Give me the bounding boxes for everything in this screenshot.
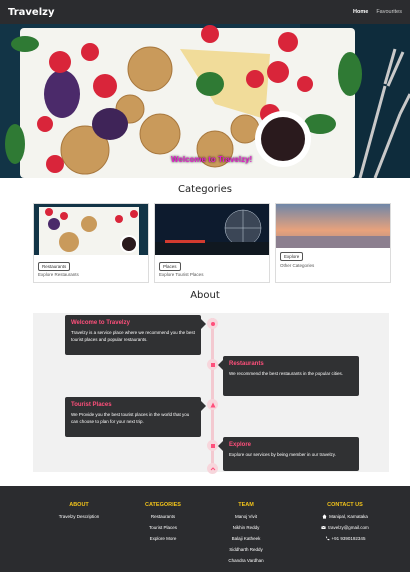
timeline-dot-restaurants	[207, 359, 218, 370]
nav-links: Home Favourites	[353, 9, 402, 15]
timeline-card-title: Tourist Places	[71, 402, 112, 408]
home-icon	[322, 514, 327, 519]
phone-icon	[325, 536, 329, 541]
timeline-card-title: Explore	[229, 442, 252, 448]
nav-favourites-link[interactable]: Favourites	[376, 9, 402, 15]
places-thumbnail	[155, 204, 269, 255]
team-member: Balaji Katheek	[231, 536, 261, 541]
footer-contact-heading: CONTACT US	[327, 502, 363, 508]
footer-link[interactable]: Restaurants	[118, 514, 208, 519]
team-member: Chandra Vardhan	[228, 558, 264, 563]
restaurants-desc: Explore Restaurants	[38, 272, 79, 277]
category-card-restaurants[interactable]: Restaurants Explore Restaurants	[33, 203, 149, 283]
nav-home-link[interactable]: Home	[353, 9, 368, 15]
team-member: Nikhin Reddy	[232, 525, 260, 530]
timeline-card-body: We Provide you the best tourist places i…	[71, 412, 190, 424]
footer-contact: CONTACT US Manipal, Karnataka travelzy@g…	[300, 502, 390, 547]
explore-thumbnail	[276, 204, 390, 255]
category-card-explore[interactable]: Explore Other Categories	[275, 203, 391, 283]
timeline-card-welcome: Welcome to Travelzy Travelzy is a servic…	[65, 315, 201, 355]
brand-logo[interactable]: Travelzy	[8, 7, 54, 18]
team-member: Manoj Vivit	[235, 514, 257, 519]
footer-team-heading: TEAM	[238, 502, 254, 508]
places-button[interactable]: Places	[159, 262, 181, 271]
timeline-card-title: Restaurants	[229, 361, 264, 367]
navbar: Travelzy Home Favourites	[0, 0, 410, 24]
contact-phone[interactable]: +91 9390192345	[300, 536, 390, 541]
envelope-icon	[321, 525, 326, 529]
contact-address: Manipal, Karnataka	[300, 514, 390, 519]
footer-categories-heading: CATEGORIES	[145, 502, 181, 508]
places-desc: Explore Tourist Places	[159, 272, 204, 277]
timeline-card-title: Welcome to Travelzy	[71, 320, 130, 326]
footer: ABOUT Travelzy Description CATEGORIES Re…	[0, 486, 410, 572]
star-icon	[210, 321, 215, 326]
footer-categories: CATEGORIES Restaurants Tourist Places Ex…	[118, 502, 208, 547]
category-card-places[interactable]: Places Explore Tourist Places	[154, 203, 270, 283]
place-icon	[210, 402, 215, 407]
about-title: About	[190, 290, 220, 301]
timeline-dot-end	[207, 463, 218, 474]
timeline-arrow	[201, 401, 206, 411]
timeline-card-restaurants: Restaurants We recommend the best restau…	[223, 356, 359, 396]
explore-icon	[210, 443, 215, 448]
chevron-up-icon	[210, 466, 215, 470]
timeline-arrow	[201, 319, 206, 329]
contact-email[interactable]: travelzy@gmail.com	[300, 525, 390, 530]
team-member: Siddharth Reddy	[229, 547, 263, 552]
timeline-card-places: Tourist Places We Provide you the best t…	[65, 397, 201, 437]
footer-link[interactable]: Explore More	[118, 536, 208, 541]
footer-link[interactable]: Travelzy Description	[34, 514, 124, 519]
footer-about: ABOUT Travelzy Description	[34, 502, 124, 525]
timeline-arrow	[218, 441, 223, 451]
explore-button[interactable]: Explore	[280, 252, 304, 261]
timeline-card-body: Travelzy is a service place where we rec…	[71, 330, 195, 342]
footer-about-heading: ABOUT	[69, 502, 89, 508]
timeline-dot-places	[207, 399, 218, 410]
timeline-arrow	[218, 360, 223, 370]
explore-desc: Other Categories	[280, 263, 315, 268]
timeline-dot-welcome	[207, 318, 218, 329]
hero-banner: Welcome to Travelzy!	[0, 24, 410, 178]
timeline-card-explore: Explore Explore our services by being me…	[223, 437, 359, 471]
restaurants-button[interactable]: Restaurants	[38, 262, 71, 271]
timeline-card-body: Explore our services by being member in …	[229, 452, 336, 457]
hero-title: Welcome to Travelzy!	[171, 155, 253, 164]
timeline-dot-explore	[207, 440, 218, 451]
restaurants-thumbnail	[34, 204, 148, 255]
categories-title: Categories	[178, 184, 232, 195]
restaurant-icon	[210, 362, 215, 367]
footer-link[interactable]: Tourist Places	[118, 525, 208, 530]
timeline-card-body: We recommend the best restaurants in the…	[229, 371, 343, 376]
footer-team: TEAM Manoj Vivit Nikhin Reddy Balaji Kat…	[201, 502, 291, 569]
